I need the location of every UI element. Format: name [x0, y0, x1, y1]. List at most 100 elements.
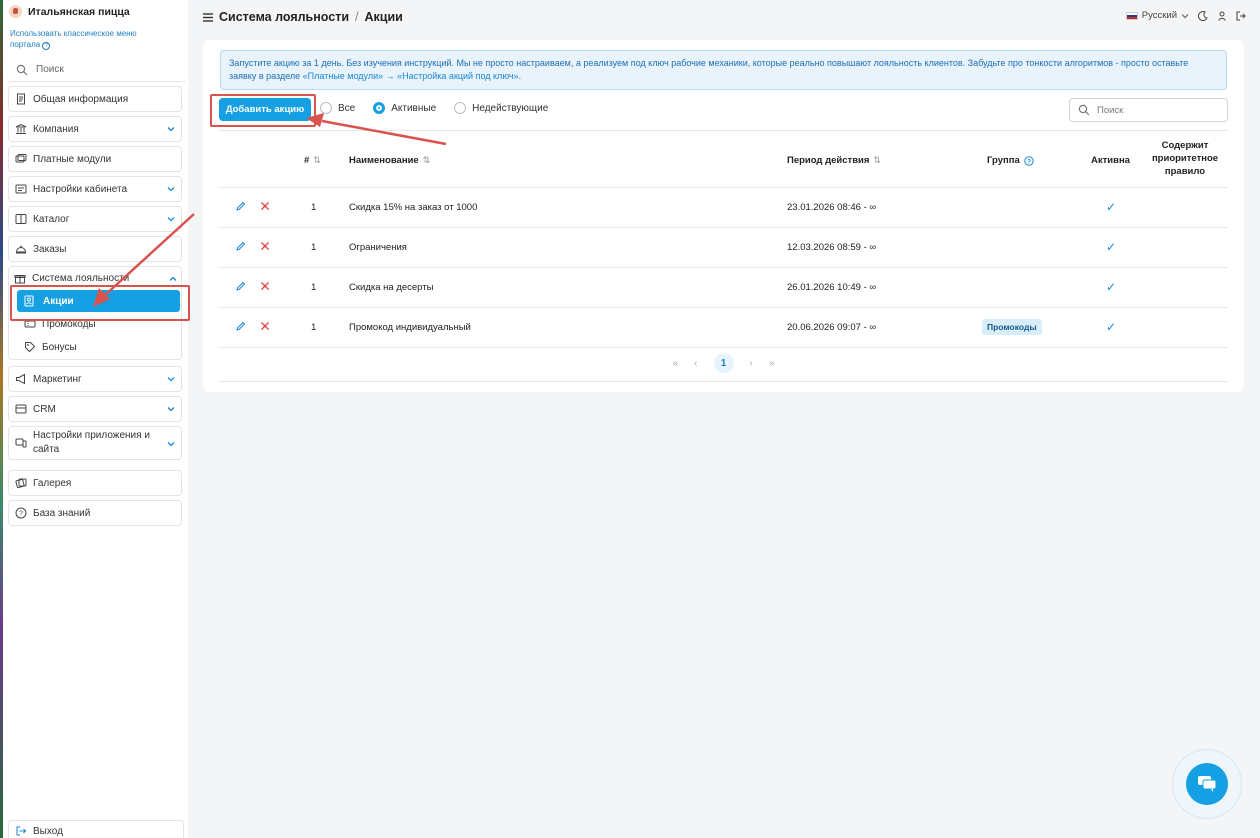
promotions-search-input[interactable]: Поиск: [1097, 105, 1123, 116]
status-filter: Все Активные Недействующие: [320, 102, 560, 114]
group-badge: Промокоды: [982, 319, 1042, 335]
active-check-icon: ✓: [1106, 280, 1117, 294]
help-icon[interactable]: ?: [1024, 155, 1034, 166]
sidebar-search[interactable]: Поиск: [8, 58, 186, 82]
filter-inactive-label[interactable]: Недействующие: [472, 103, 548, 114]
edit-pencil-icon[interactable]: [235, 201, 246, 212]
chat-button[interactable]: [1186, 763, 1228, 805]
user-icon[interactable]: [1217, 11, 1227, 21]
notice-link-paid-modules[interactable]: «Платные модули»: [303, 71, 383, 81]
filter-active-radio[interactable]: [373, 102, 386, 114]
notice-link-turnkey-setup[interactable]: «Настройка акций под ключ»: [397, 71, 518, 81]
cloche-icon: [15, 245, 27, 254]
sidebar-item-label: CRM: [33, 403, 56, 415]
promotions-search[interactable]: Поиск: [1069, 98, 1228, 122]
gift-icon: [14, 275, 26, 284]
table-header: # ⇅ Наименование ⇅ Период действия ⇅ Группа…: [219, 130, 1228, 188]
sidebar-item-cabinet-settings[interactable]: Настройки кабинета: [8, 176, 182, 202]
table-row: 1 Промокод индивидуальный 20.06.2026 09:…: [219, 308, 1228, 348]
chevron-down-icon: [167, 217, 175, 222]
sidebar-item-label: Настройки приложения и сайта: [33, 430, 150, 455]
sidebar-item-general-info[interactable]: Общая информация: [8, 86, 182, 112]
coins-icon: [15, 154, 27, 163]
sidebar-item-knowledge-base[interactable]: ? База знаний: [8, 500, 182, 526]
header-actions: Русский: [1125, 10, 1246, 21]
crm-icon: [15, 404, 27, 414]
cell-num: 1: [311, 282, 317, 293]
logout-button[interactable]: Выход: [8, 820, 184, 838]
pagination: « ‹ 1 › »: [219, 345, 1228, 382]
page-number-button[interactable]: 1: [713, 353, 734, 373]
column-priority-line: приоритетное: [1151, 153, 1219, 164]
language-label: Русский: [1141, 10, 1177, 21]
filter-inactive-radio[interactable]: [454, 102, 467, 114]
logout-icon: [16, 826, 27, 836]
highlight-promotions-item: [10, 285, 190, 321]
active-check-icon: ✓: [1106, 320, 1117, 334]
column-name[interactable]: Наименование ⇅: [349, 155, 430, 166]
column-period-label: Период действия: [787, 155, 870, 166]
hamburger-menu-icon[interactable]: [203, 12, 213, 22]
breadcrumb: Система лояльности / Акции: [203, 10, 403, 24]
search-icon: [16, 64, 28, 75]
column-period[interactable]: Период действия ⇅: [787, 155, 881, 166]
classic-menu-link-text: Использовать классическое меню портала: [10, 29, 137, 49]
edit-pencil-icon[interactable]: [235, 321, 246, 332]
devices-icon: [15, 438, 27, 448]
breadcrumb-section[interactable]: Система лояльности: [219, 10, 349, 24]
exit-icon[interactable]: [1236, 11, 1246, 21]
filter-all-radio[interactable]: [320, 102, 332, 114]
sidebar-item-crm[interactable]: CRM: [8, 396, 182, 422]
delete-x-icon[interactable]: [260, 281, 270, 291]
page-title: Акции: [364, 10, 403, 24]
table-row: 1 Скидка 15% на заказ от 1000 23.01.2026…: [219, 188, 1228, 228]
chevron-down-icon: [1181, 13, 1189, 18]
cell-period: 23.01.2026 08:46 - ∞: [787, 202, 877, 213]
delete-x-icon[interactable]: [260, 241, 270, 251]
gallery-icon: [15, 478, 27, 489]
catalog-icon: [15, 214, 27, 224]
brand[interactable]: Итальянская пицца: [9, 5, 130, 18]
info-notice: Запустите акцию за 1 день. Без изучения …: [220, 50, 1227, 90]
chevron-down-icon: [167, 187, 175, 192]
sidebar-subitem-label: Бонусы: [42, 341, 77, 353]
sidebar-item-gallery[interactable]: Галерея: [8, 470, 182, 496]
sidebar-item-marketing[interactable]: Маркетинг: [8, 366, 182, 392]
top-bar: Система лояльности / Акции Русский: [188, 0, 1260, 36]
sidebar-item-app-settings[interactable]: Настройки приложения и сайта: [8, 426, 182, 460]
filter-all-label[interactable]: Все: [338, 103, 355, 114]
sidebar-search-input[interactable]: Поиск: [36, 64, 64, 75]
language-selector[interactable]: Русский: [1125, 10, 1189, 21]
filter-active-label[interactable]: Активные: [391, 103, 436, 114]
sidebar-item-company[interactable]: Компания: [8, 116, 182, 142]
sidebar-item-loyalty-system[interactable]: Система лояльности: [14, 272, 129, 284]
chevron-down-icon: [167, 377, 175, 382]
sidebar-item-label: Платные модули: [33, 153, 112, 165]
edit-pencil-icon[interactable]: [235, 281, 246, 292]
first-page-button[interactable]: «: [673, 358, 679, 369]
svg-text:?: ?: [1027, 158, 1031, 165]
sidebar-subitem-bonuses[interactable]: Бонусы: [24, 341, 77, 353]
cell-name: Скидка на десерты: [349, 282, 434, 293]
next-page-button[interactable]: ›: [750, 358, 753, 369]
last-page-button[interactable]: »: [769, 358, 775, 369]
column-num-label: #: [304, 155, 310, 166]
sidebar-item-label: Настройки кабинета: [33, 183, 128, 195]
notice-end: .: [518, 71, 522, 81]
moon-icon[interactable]: [1198, 10, 1208, 21]
cell-period: 26.01.2026 10:49 - ∞: [787, 282, 877, 293]
chat-icon: [1198, 776, 1217, 792]
sidebar-item-label: Заказы: [33, 243, 67, 255]
classic-menu-link[interactable]: Использовать классическое меню портала?: [10, 28, 150, 50]
cell-name: Промокод индивидуальный: [349, 322, 471, 333]
column-priority: Содержит приоритетное правило: [1150, 139, 1220, 178]
delete-x-icon[interactable]: [260, 321, 270, 331]
delete-x-icon[interactable]: [260, 201, 270, 211]
prev-page-button[interactable]: ‹: [694, 358, 697, 369]
sidebar-item-catalog[interactable]: Каталог: [8, 206, 182, 232]
sidebar-item-paid-modules[interactable]: Платные модули: [8, 146, 182, 172]
edit-pencil-icon[interactable]: [235, 241, 246, 252]
column-num[interactable]: # ⇅: [304, 155, 321, 166]
sidebar: Итальянская пицца Использовать классичес…: [3, 0, 188, 838]
sidebar-item-orders[interactable]: Заказы: [8, 236, 182, 262]
